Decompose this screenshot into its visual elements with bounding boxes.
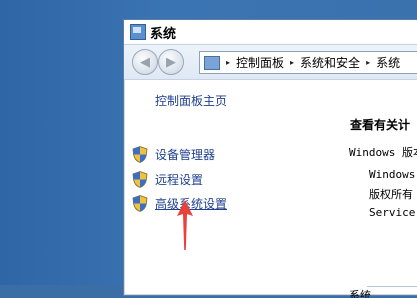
- address-bar[interactable]: ▸ 控制面板 ▸ 系统和安全 ▸ 系统: [199, 51, 417, 74]
- breadcrumb-separator[interactable]: ▸: [366, 58, 370, 67]
- title-bar[interactable]: 系统: [124, 20, 417, 44]
- system-window: 系统 ◀ ▶ ▸ 控制面板 ▸ 系统和安全 ▸ 系统 控制面板主页 设备管理器: [123, 19, 417, 298]
- forward-button[interactable]: ▶: [158, 49, 184, 75]
- breadcrumb-control-panel[interactable]: 控制面板: [236, 54, 284, 71]
- system-info-pane: 查看有关计 Windows 版本 Windows 版权所有 Service 系统: [342, 78, 417, 298]
- windows-edition-label: Windows 版本: [349, 146, 417, 159]
- breadcrumb-system[interactable]: 系统: [376, 54, 400, 71]
- uac-shield-icon: [132, 170, 148, 188]
- windows-edition-name: Windows: [369, 168, 416, 181]
- uac-shield-icon: [132, 145, 148, 163]
- window-title: 系统: [150, 26, 177, 42]
- back-arrow-icon: ◀: [140, 54, 150, 70]
- system-section-label: 系统: [349, 289, 371, 298]
- uac-shield-icon: [132, 194, 148, 212]
- task-label-device-manager: 设备管理器: [155, 147, 216, 162]
- navigation-bar: ◀ ▶ ▸ 控制面板 ▸ 系统和安全 ▸ 系统: [124, 44, 417, 80]
- control-panel-home-link[interactable]: 控制面板主页: [155, 92, 227, 109]
- section-divider: [367, 286, 417, 287]
- annotation-arrow-icon: [177, 200, 193, 250]
- control-panel-icon: [204, 55, 220, 70]
- copyright-text: 版权所有: [369, 188, 413, 201]
- breadcrumb-system-security[interactable]: 系统和安全: [300, 54, 360, 71]
- task-label-remote-settings: 远程设置: [155, 172, 204, 187]
- back-button[interactable]: ◀: [132, 49, 158, 75]
- task-pane: 控制面板主页 设备管理器 远程设置 高级系统设置: [124, 78, 334, 298]
- task-remote-settings[interactable]: 远程设置: [132, 169, 203, 189]
- service-pack-text: Service: [369, 206, 416, 219]
- breadcrumb-separator[interactable]: ▸: [226, 58, 230, 67]
- breadcrumb-separator[interactable]: ▸: [290, 58, 294, 67]
- system-icon: [130, 24, 146, 40]
- task-device-manager[interactable]: 设备管理器: [132, 144, 215, 164]
- forward-arrow-icon: ▶: [166, 54, 176, 70]
- system-info-heading: 查看有关计: [350, 118, 411, 132]
